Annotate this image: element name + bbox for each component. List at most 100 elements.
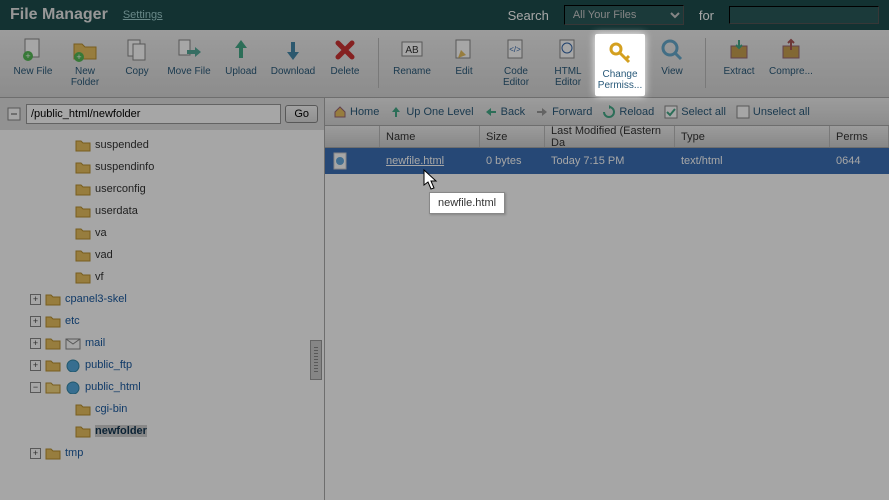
expand-icon[interactable]: +: [30, 294, 41, 305]
delete-icon: [331, 36, 359, 64]
move-file-button[interactable]: Move File: [164, 34, 214, 79]
settings-link[interactable]: Settings: [123, 9, 163, 21]
search-input[interactable]: [729, 6, 879, 24]
edit-button[interactable]: Edit: [439, 34, 489, 79]
go-button[interactable]: Go: [285, 105, 318, 123]
folder-icon: [75, 425, 91, 438]
code-editor-button[interactable]: </>Code Editor: [491, 34, 541, 90]
key-icon: [606, 39, 634, 67]
nav-bar: Home Up One Level Back Forward Reload Se…: [325, 98, 889, 126]
view-button[interactable]: View: [647, 34, 697, 79]
expand-icon[interactable]: +: [30, 338, 41, 349]
right-panel: Home Up One Level Back Forward Reload Se…: [325, 98, 889, 500]
svg-text:AB: AB: [405, 45, 419, 56]
tree-item-selected[interactable]: newfolder: [0, 420, 324, 442]
move-file-icon: [175, 36, 203, 64]
up-icon: [389, 105, 403, 119]
folder-tree[interactable]: suspended suspendinfo userconfig userdat…: [0, 130, 324, 500]
home-icon: [333, 105, 347, 119]
uncheck-icon: [736, 105, 750, 119]
col-type-header[interactable]: Type: [675, 126, 830, 147]
col-size-header[interactable]: Size: [480, 126, 545, 147]
folder-icon: [45, 315, 61, 328]
upload-button[interactable]: Upload: [216, 34, 266, 79]
app-title: File Manager: [10, 6, 108, 24]
new-folder-button[interactable]: +New Folder: [60, 34, 110, 90]
tree-item[interactable]: userdata: [0, 200, 324, 222]
tree-item[interactable]: +tmp: [0, 442, 324, 464]
tree-item[interactable]: +etc: [0, 310, 324, 332]
globe-icon: [65, 359, 81, 372]
forward-button[interactable]: Forward: [535, 105, 592, 119]
splitter-handle[interactable]: [310, 340, 322, 380]
change-permissions-button[interactable]: Change Permiss...: [595, 34, 645, 96]
rename-button[interactable]: ABRename: [387, 34, 437, 79]
html-editor-button[interactable]: HTML Editor: [543, 34, 593, 90]
reload-button[interactable]: Reload: [602, 105, 654, 119]
file-grid[interactable]: newfile.html 0 bytes Today 7:15 PM text/…: [325, 148, 889, 500]
unselect-all-button[interactable]: Unselect all: [736, 105, 810, 119]
search-label: Search: [508, 8, 549, 23]
tree-item[interactable]: vf: [0, 266, 324, 288]
file-name[interactable]: newfile.html: [386, 155, 444, 167]
copy-button[interactable]: Copy: [112, 34, 162, 79]
file-size: 0 bytes: [480, 148, 545, 174]
tree-item[interactable]: +mail: [0, 332, 324, 354]
folder-icon: [75, 139, 91, 152]
folder-icon: [75, 271, 91, 284]
search-scope-select[interactable]: All Your Files: [564, 5, 684, 25]
file-row[interactable]: newfile.html 0 bytes Today 7:15 PM text/…: [325, 148, 889, 174]
svg-text:</>: </>: [509, 45, 521, 54]
delete-button[interactable]: Delete: [320, 34, 370, 79]
col-perms-header[interactable]: Perms: [830, 126, 889, 147]
expand-icon[interactable]: +: [30, 316, 41, 327]
col-name-header[interactable]: Name: [380, 126, 480, 147]
html-editor-icon: [554, 36, 582, 64]
back-icon: [484, 105, 498, 119]
svg-text:+: +: [25, 51, 30, 61]
file-modified: Today 7:15 PM: [545, 148, 675, 174]
copy-icon: [123, 36, 151, 64]
html-file-icon: [331, 151, 351, 171]
expand-icon[interactable]: +: [30, 360, 41, 371]
main-toolbar: +New File +New Folder Copy Move File Upl…: [0, 30, 889, 98]
col-modified-header[interactable]: Last Modified (Eastern Da: [545, 126, 675, 147]
compress-button[interactable]: Compre...: [766, 34, 816, 79]
folder-icon: [45, 293, 61, 306]
left-panel: Go suspended suspendinfo userconfig user…: [0, 98, 325, 500]
tree-item[interactable]: va: [0, 222, 324, 244]
forward-icon: [535, 105, 549, 119]
col-icon-header[interactable]: [325, 126, 380, 147]
new-file-button[interactable]: +New File: [8, 34, 58, 79]
extract-button[interactable]: Extract: [714, 34, 764, 79]
tree-item[interactable]: vad: [0, 244, 324, 266]
select-all-button[interactable]: Select all: [664, 105, 726, 119]
code-editor-icon: </>: [502, 36, 530, 64]
new-file-icon: +: [19, 36, 47, 64]
path-input[interactable]: [26, 104, 281, 124]
download-icon: [279, 36, 307, 64]
file-type: text/html: [675, 148, 830, 174]
globe-icon: [65, 381, 81, 394]
back-button[interactable]: Back: [484, 105, 525, 119]
tree-item[interactable]: −public_html: [0, 376, 324, 398]
new-folder-icon: +: [71, 36, 99, 64]
tree-item[interactable]: suspendinfo: [0, 156, 324, 178]
app-header: File Manager Settings Search All Your Fi…: [0, 0, 889, 30]
compress-icon: [777, 36, 805, 64]
expand-icon[interactable]: +: [30, 448, 41, 459]
tree-item[interactable]: userconfig: [0, 178, 324, 200]
folder-icon: [45, 337, 61, 350]
extract-icon: [725, 36, 753, 64]
collapse-icon[interactable]: −: [30, 382, 41, 393]
up-one-level-button[interactable]: Up One Level: [389, 105, 473, 119]
collapse-tree-icon[interactable]: [6, 106, 22, 122]
tree-item[interactable]: +cpanel3-skel: [0, 288, 324, 310]
tree-item[interactable]: suspended: [0, 134, 324, 156]
tree-item[interactable]: +public_ftp: [0, 354, 324, 376]
tree-item[interactable]: cgi-bin: [0, 398, 324, 420]
folder-icon: [75, 249, 91, 262]
svg-text:+: +: [76, 52, 81, 62]
download-button[interactable]: Download: [268, 34, 318, 79]
home-button[interactable]: Home: [333, 105, 379, 119]
